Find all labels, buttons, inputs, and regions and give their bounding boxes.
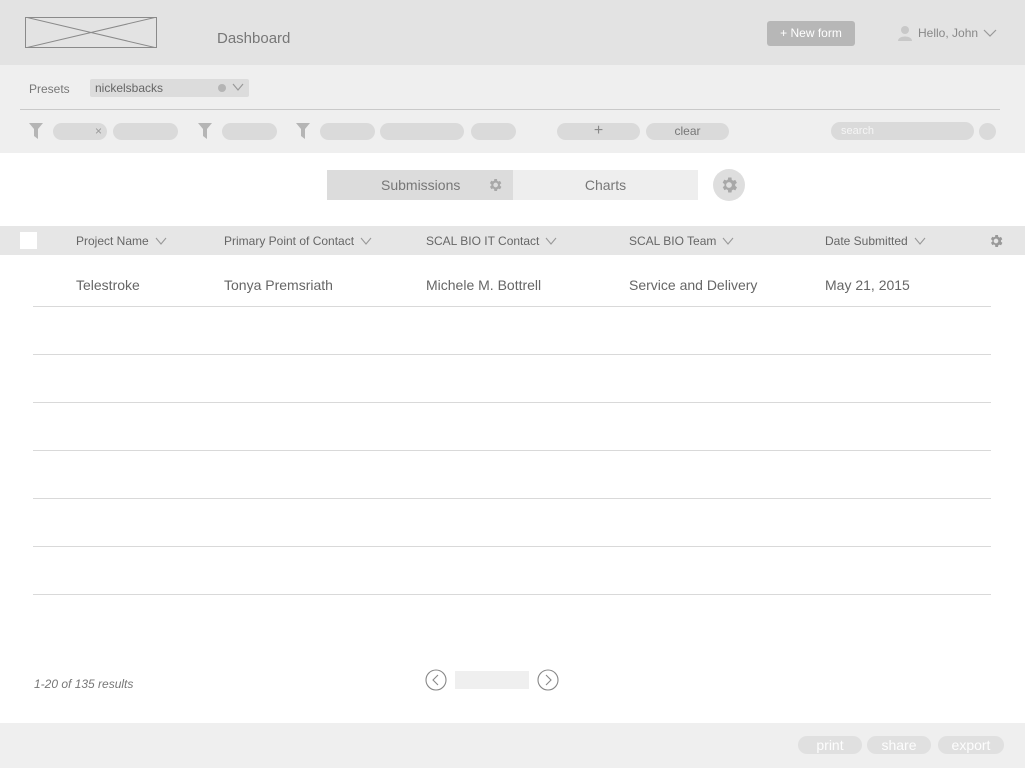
- page-indicator[interactable]: [455, 671, 529, 689]
- table-row: [33, 355, 991, 403]
- presets-label: Presets: [29, 82, 70, 96]
- table-row: [33, 403, 991, 451]
- filter-chip[interactable]: [471, 123, 516, 140]
- results-count: 1-20 of 135 results: [34, 677, 134, 691]
- chevron-down-icon: [545, 237, 557, 245]
- column-header-label: Date Submitted: [825, 234, 908, 248]
- cell-date-submitted: May 21, 2015: [825, 277, 910, 293]
- table-row: [33, 547, 991, 595]
- previous-page-icon[interactable]: [425, 669, 447, 691]
- column-header-label: SCAL BIO IT Contact: [426, 234, 540, 248]
- toolbar-divider: [20, 109, 1000, 110]
- clear-filters-button[interactable]: clear: [646, 123, 729, 140]
- chevron-down-icon: [914, 237, 926, 245]
- column-header-primary-contact[interactable]: Primary Point of Contact: [224, 234, 372, 248]
- column-header-team[interactable]: SCAL BIO Team: [629, 234, 734, 248]
- close-icon[interactable]: ×: [95, 124, 102, 138]
- gear-icon[interactable]: [487, 177, 503, 193]
- gear-icon: [722, 177, 737, 193]
- tab-submissions-label: Submissions: [381, 177, 461, 193]
- status-dot-icon: [218, 84, 226, 92]
- cell-project-name: Telestroke: [76, 277, 140, 293]
- add-filter-button[interactable]: +: [557, 123, 640, 140]
- logo-placeholder: [25, 17, 157, 48]
- search-input[interactable]: [831, 122, 974, 140]
- filter-icon[interactable]: [29, 123, 43, 139]
- page-title: Dashboard: [217, 30, 291, 47]
- column-header-label: Primary Point of Contact: [224, 234, 355, 248]
- user-greeting: Hello, John: [918, 26, 979, 40]
- filter-chip[interactable]: [222, 123, 277, 140]
- cell-it-contact: Michele M. Bottrell: [426, 277, 542, 293]
- chevron-down-icon: [360, 237, 372, 245]
- table-row: [33, 499, 991, 547]
- preset-selected-value: nickelsbacks: [95, 81, 164, 95]
- filter-chip[interactable]: [380, 123, 464, 140]
- user-menu[interactable]: Hello, John: [897, 24, 997, 42]
- chevron-down-icon: [722, 237, 734, 245]
- search-button[interactable]: [979, 123, 996, 140]
- table-row[interactable]: Telestroke Tonya Premsriath Michele M. B…: [33, 259, 991, 307]
- chevron-down-icon: [983, 29, 997, 37]
- share-button[interactable]: share: [867, 736, 931, 754]
- column-header-label: Project Name: [76, 234, 149, 248]
- tab-submissions[interactable]: Submissions: [327, 170, 513, 200]
- tab-charts[interactable]: Charts: [513, 170, 698, 200]
- gear-icon[interactable]: [988, 233, 1004, 249]
- cell-primary-contact: Tonya Premsriath: [224, 277, 333, 293]
- next-page-icon[interactable]: [537, 669, 559, 691]
- column-header-it-contact[interactable]: SCAL BIO IT Contact: [426, 234, 557, 248]
- chevron-down-icon: [155, 237, 167, 245]
- column-header-date-submitted[interactable]: Date Submitted: [825, 234, 926, 248]
- filter-chip[interactable]: [320, 123, 375, 140]
- user-icon: [898, 26, 912, 41]
- print-button[interactable]: print: [798, 736, 862, 754]
- table-row: [33, 307, 991, 355]
- filter-icon[interactable]: [296, 123, 310, 139]
- new-form-button[interactable]: + New form: [767, 21, 855, 46]
- column-header-label: SCAL BIO Team: [629, 234, 717, 248]
- preset-select[interactable]: nickelsbacks: [90, 79, 249, 97]
- chevron-down-icon: [232, 83, 244, 91]
- settings-button[interactable]: [713, 169, 745, 201]
- table-row: [33, 451, 991, 499]
- filter-icon[interactable]: [198, 123, 212, 139]
- cell-team: Service and Delivery: [629, 277, 758, 293]
- column-header-project-name[interactable]: Project Name: [76, 234, 167, 248]
- export-button[interactable]: export: [938, 736, 1004, 754]
- filter-chip[interactable]: ×: [53, 123, 107, 140]
- filter-chip[interactable]: [113, 123, 178, 140]
- select-all-checkbox[interactable]: [20, 232, 37, 249]
